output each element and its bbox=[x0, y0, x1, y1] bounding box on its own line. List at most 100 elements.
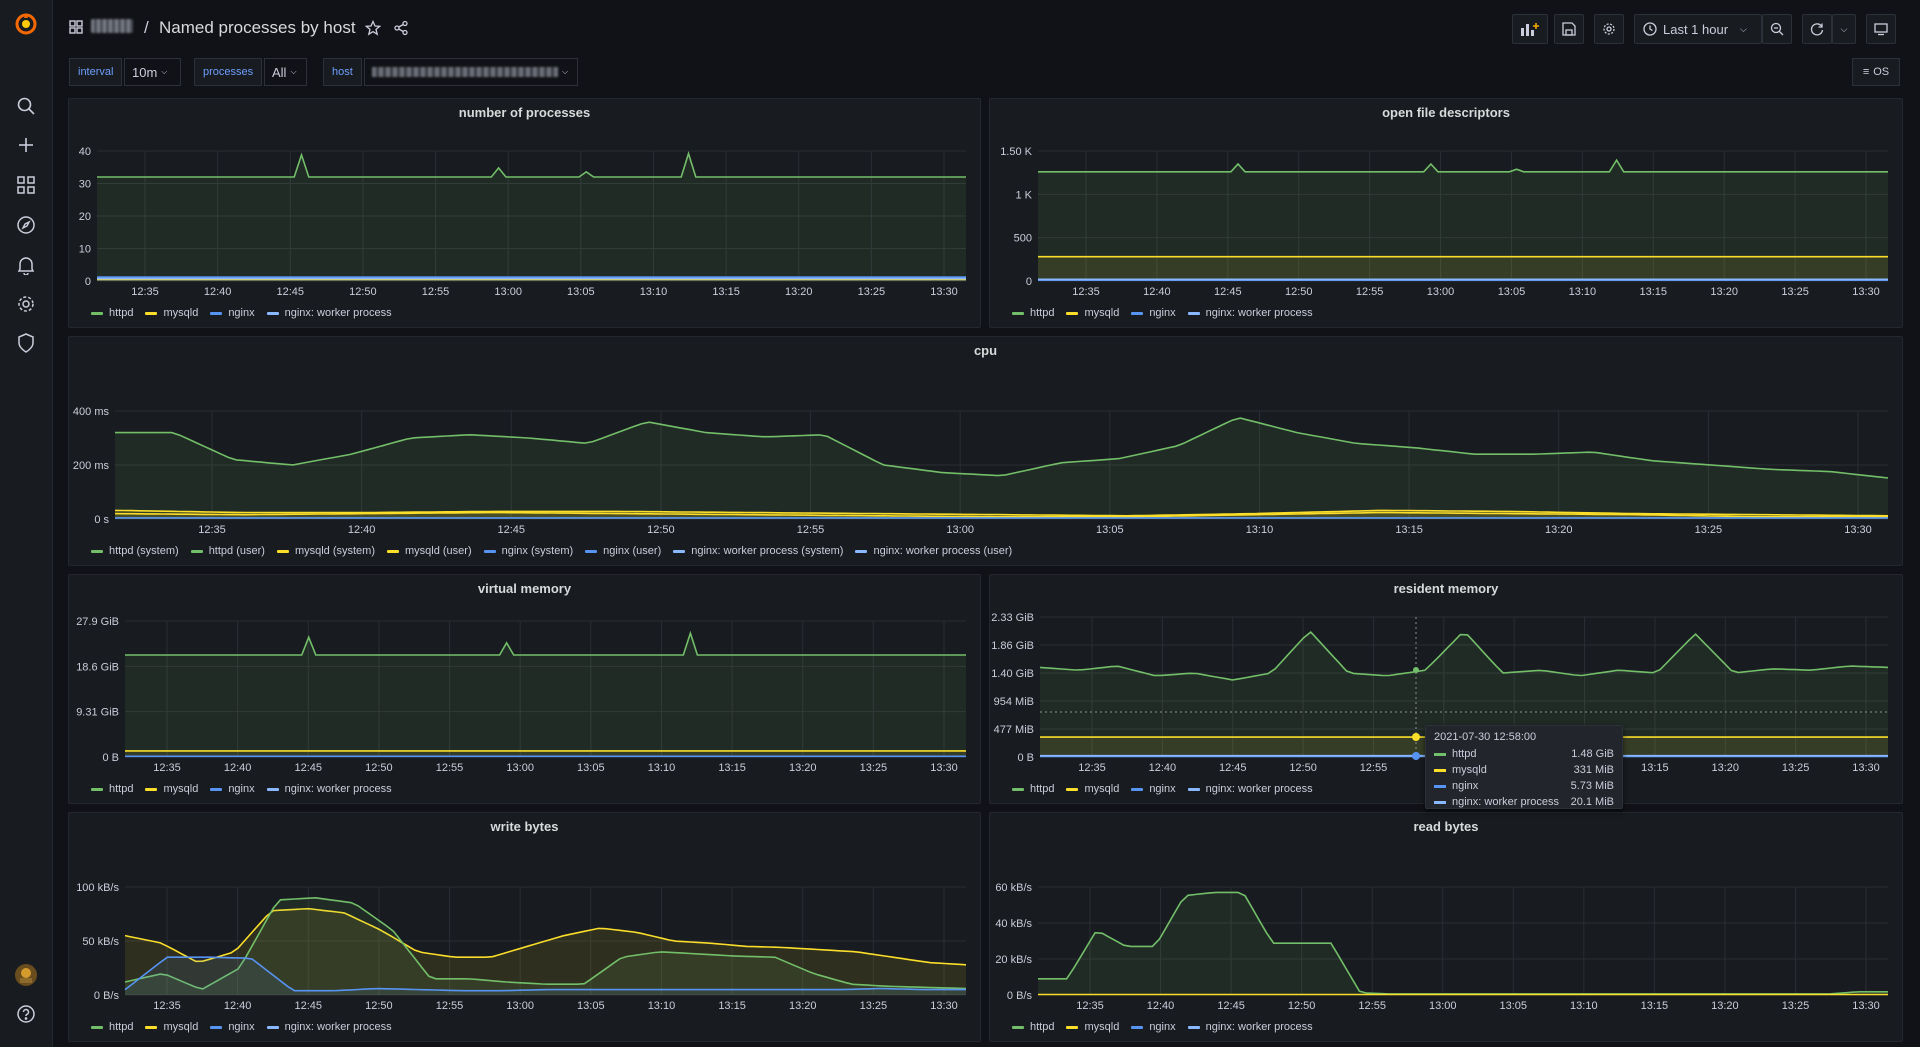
crosshair-point bbox=[1412, 733, 1420, 741]
chart-svg: 400 ms 200 ms 0 s 12:35 12:40 12:45 12:50 12:55… bbox=[73, 406, 1889, 536]
legend-item[interactable]: nginx: worker process (system) bbox=[673, 545, 843, 557]
series-area bbox=[115, 418, 1888, 519]
share-icon[interactable] bbox=[393, 20, 409, 39]
dashboard-settings-button[interactable] bbox=[1594, 14, 1624, 44]
legend-item[interactable]: nginx (system) bbox=[483, 545, 573, 557]
plus-icon[interactable] bbox=[14, 133, 38, 157]
series-area bbox=[1038, 892, 1888, 995]
variable-interval-select[interactable]: 10m ⌵ bbox=[124, 58, 181, 86]
save-dashboard-button[interactable] bbox=[1554, 14, 1584, 44]
legend-item[interactable]: mysqld bbox=[145, 1021, 198, 1033]
chart-svg: 27.9 GiB 18.6 GiB 9.31 GiB 0 B 12:35 12:40 12:… bbox=[76, 616, 966, 774]
variable-host-select[interactable]: ⌵ bbox=[364, 58, 578, 86]
avatar[interactable] bbox=[14, 963, 38, 987]
x-tick-label: 12:50 bbox=[1289, 762, 1317, 774]
tv-mode-button[interactable] bbox=[1866, 14, 1896, 44]
time-picker-button[interactable]: Last 1 hour ⌵ bbox=[1634, 14, 1762, 44]
y-tick-label: 1.50 K bbox=[1000, 146, 1032, 158]
panel-open-file-descriptors[interactable]: open file descriptors 1.50 K1 K 500 0 12:35… bbox=[989, 98, 1903, 328]
legend-item[interactable]: nginx: worker process bbox=[1187, 783, 1313, 795]
x-tick-label: 12:40 bbox=[1147, 1000, 1175, 1012]
y-tick-label: 0 B bbox=[1017, 752, 1034, 764]
x-tick-label: 13:10 bbox=[648, 1000, 676, 1012]
legend-item[interactable]: httpd bbox=[91, 307, 133, 319]
zoom-out-button[interactable] bbox=[1762, 14, 1792, 44]
row-toggle-os-button[interactable]: ≡ OS bbox=[1852, 58, 1900, 86]
legend-item[interactable]: mysqld bbox=[1066, 1021, 1119, 1033]
x-tick-label: 13:15 bbox=[1641, 762, 1669, 774]
refresh-button[interactable] bbox=[1802, 14, 1832, 44]
dashboards-icon[interactable] bbox=[14, 173, 38, 197]
x-tick-label: 12:55 bbox=[1356, 286, 1384, 298]
legend-swatch bbox=[855, 549, 868, 553]
panel-virtual-memory[interactable]: virtual memory 27.9 GiB 18.6 GiB 9.31 GiB 0… bbox=[68, 574, 981, 804]
x-tick-label: 12:40 bbox=[348, 524, 376, 536]
legend-item[interactable]: mysqld bbox=[1066, 307, 1119, 319]
legend-item[interactable]: nginx: worker process bbox=[266, 1021, 392, 1033]
legend-item[interactable]: mysqld bbox=[1066, 783, 1119, 795]
x-tick-label: 13:05 bbox=[1498, 286, 1526, 298]
explore-compass-icon[interactable] bbox=[14, 213, 38, 237]
legend-item[interactable]: nginx: worker process bbox=[1187, 307, 1313, 319]
y-tick-label: 0 s bbox=[94, 514, 109, 526]
legend-item[interactable]: nginx bbox=[210, 1021, 255, 1033]
x-tick-label: 13:00 bbox=[1427, 286, 1455, 298]
legend-item[interactable]: nginx (user) bbox=[585, 545, 661, 557]
legend-item[interactable]: mysqld bbox=[145, 783, 198, 795]
page-title[interactable]: Named processes by host bbox=[159, 18, 356, 38]
legend-item[interactable]: nginx: worker process bbox=[266, 307, 392, 319]
legend: httpd mysqld nginx nginx: worker process bbox=[1012, 1021, 1313, 1033]
legend-item[interactable]: httpd (system) bbox=[91, 545, 179, 557]
legend-item[interactable]: nginx bbox=[1131, 307, 1176, 319]
legend-item[interactable]: httpd bbox=[1012, 1021, 1054, 1033]
tooltip-series-name: nginx: worker process bbox=[1452, 796, 1559, 808]
legend-item[interactable]: httpd bbox=[91, 1021, 133, 1033]
help-icon[interactable] bbox=[14, 1002, 38, 1026]
tooltip-time: 2021-07-30 12:58:00 bbox=[1434, 731, 1537, 743]
refresh-interval-dropdown[interactable]: ⌵ bbox=[1832, 14, 1856, 44]
x-tick-label: 13:05 bbox=[577, 762, 605, 774]
legend-swatch bbox=[387, 549, 399, 553]
x-tick-label: 13:15 bbox=[1395, 524, 1423, 536]
panel-number-of-processes[interactable]: number of processes 40 30 20 10 0 12:35 12:40 1… bbox=[68, 98, 981, 328]
legend-item[interactable]: mysqld (system) bbox=[276, 545, 375, 557]
shield-icon[interactable] bbox=[14, 331, 38, 355]
legend-item[interactable]: nginx bbox=[1131, 783, 1176, 795]
legend-item[interactable]: nginx bbox=[210, 307, 255, 319]
star-icon[interactable] bbox=[364, 19, 382, 39]
legend-label: nginx bbox=[1149, 1021, 1176, 1033]
panel-read-bytes[interactable]: read bytes 60 kB/s 40 kB/s 20 kB/s 0 B/s 12:… bbox=[989, 812, 1903, 1042]
dashboards-grid-icon[interactable] bbox=[69, 20, 83, 37]
legend-item[interactable]: nginx bbox=[210, 783, 255, 795]
search-icon[interactable] bbox=[14, 94, 38, 118]
x-tick-label: 13:30 bbox=[930, 286, 958, 298]
panel-cpu[interactable]: cpu 400 ms 200 ms 0 s 12:35 12:40 12:45 12:50 1… bbox=[68, 336, 1903, 566]
panel-write-bytes[interactable]: write bytes 100 kB/s 50 kB/s 0 B/s 12:35 12:… bbox=[68, 812, 981, 1042]
legend-item[interactable]: httpd bbox=[1012, 307, 1054, 319]
legend-item[interactable]: mysqld bbox=[145, 307, 198, 319]
gear-icon[interactable] bbox=[14, 292, 38, 316]
grafana-logo-icon[interactable] bbox=[14, 12, 38, 36]
chart-svg: 60 kB/s 40 kB/s 20 kB/s 0 B/s 12:35 12:40 12:4… bbox=[995, 882, 1888, 1012]
legend-item[interactable]: nginx bbox=[1131, 1021, 1176, 1033]
legend-item[interactable]: nginx: worker process (user) bbox=[855, 545, 1012, 557]
legend-item[interactable]: nginx: worker process bbox=[266, 783, 392, 795]
x-tick-label: 13:20 bbox=[789, 1000, 817, 1012]
bell-alerting-icon[interactable] bbox=[14, 253, 38, 277]
legend-item[interactable]: httpd bbox=[91, 783, 133, 795]
legend-item[interactable]: mysqld (user) bbox=[387, 545, 472, 557]
tooltip-series-value: 1.48 GiB bbox=[1571, 748, 1614, 760]
legend-item[interactable]: httpd (user) bbox=[190, 545, 265, 557]
chevron-down-icon: ⌵ bbox=[1740, 23, 1747, 34]
x-tick-label: 13:00 bbox=[506, 762, 534, 774]
variable-processes-select[interactable]: All ⌵ bbox=[264, 58, 307, 86]
x-tick-label: 12:40 bbox=[224, 1000, 252, 1012]
legend-swatch bbox=[145, 1025, 158, 1029]
legend-item[interactable]: nginx: worker process bbox=[1187, 1021, 1313, 1033]
breadcrumb-folder-redacted[interactable] bbox=[91, 19, 133, 33]
x-tick-label: 13:10 bbox=[648, 762, 676, 774]
legend-swatch bbox=[1012, 787, 1024, 791]
x-tick-label: 12:40 bbox=[1149, 762, 1177, 774]
add-panel-button[interactable] bbox=[1512, 14, 1548, 44]
legend-item[interactable]: httpd bbox=[1012, 783, 1054, 795]
